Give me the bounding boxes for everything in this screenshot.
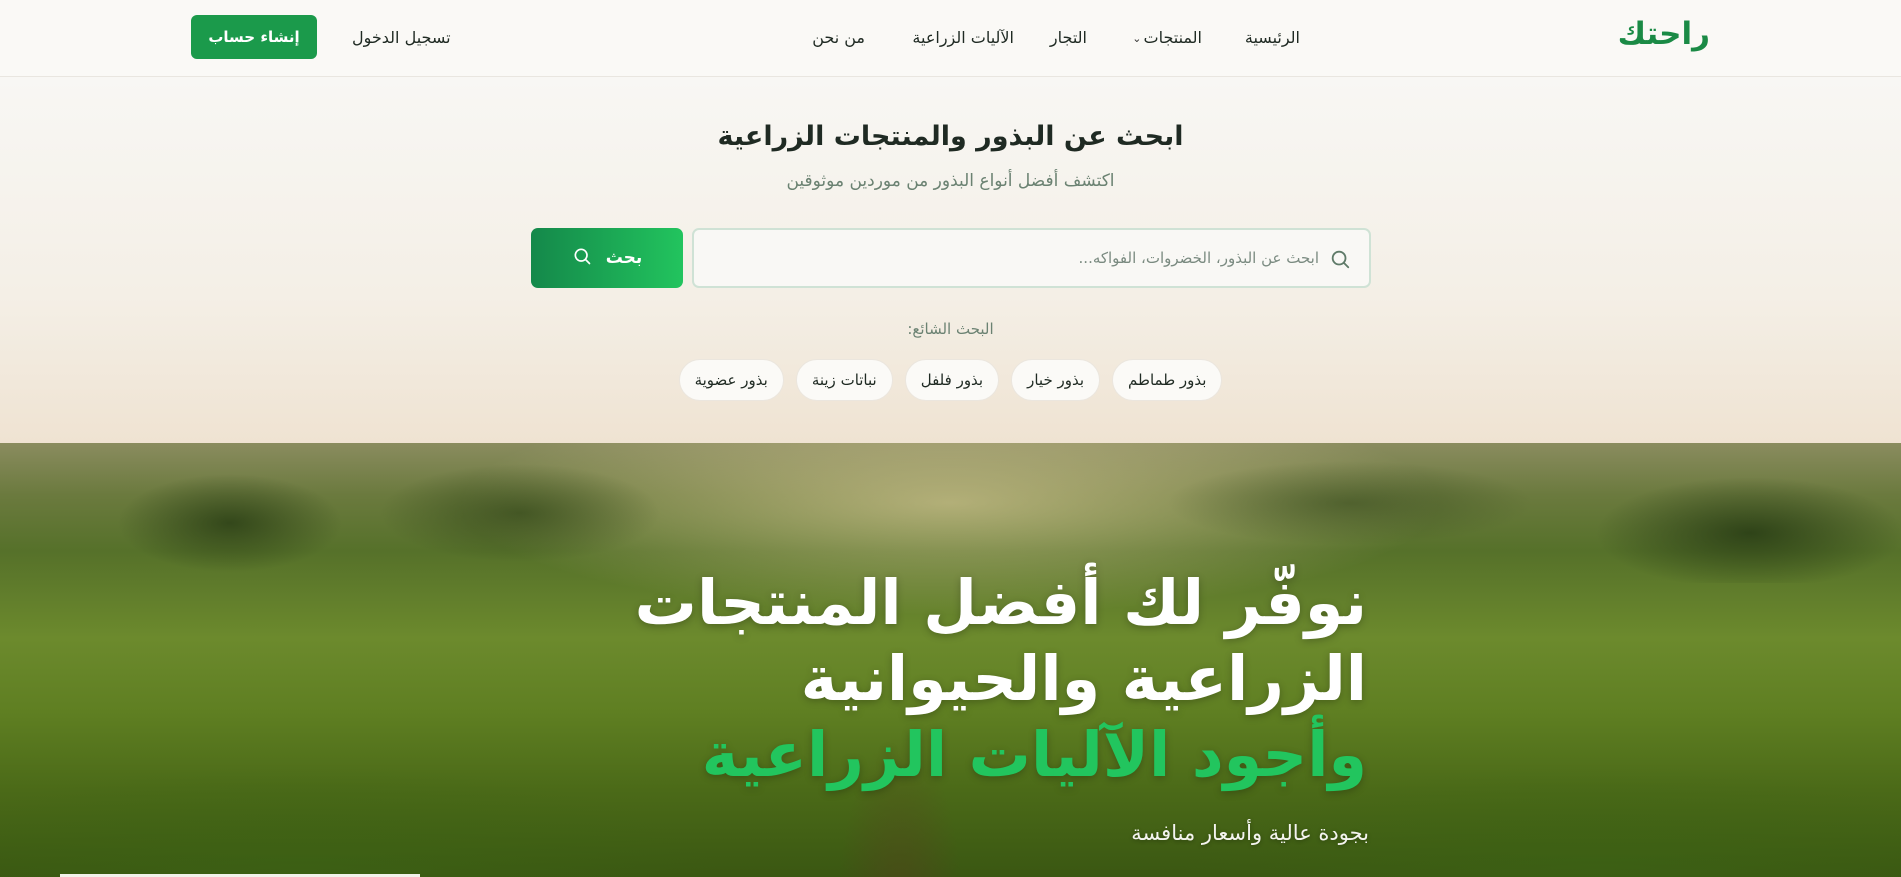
login-link[interactable]: تسجيل الدخول bbox=[352, 28, 451, 47]
popular-chip[interactable]: بذور عضوية bbox=[678, 359, 784, 401]
search-box bbox=[692, 228, 1371, 288]
signup-button[interactable]: إنشاء حساب bbox=[191, 15, 317, 59]
chevron-down-icon: ⌄ bbox=[1132, 32, 1142, 45]
search-button[interactable]: بحث bbox=[531, 228, 683, 288]
popular-searches-label: البحث الشائع: bbox=[907, 320, 994, 338]
popular-chip[interactable]: نباتات زينة bbox=[795, 359, 893, 401]
search-button-label: بحث bbox=[605, 248, 643, 268]
nav-about[interactable]: من نحن bbox=[812, 28, 865, 47]
search-input[interactable] bbox=[719, 230, 1319, 286]
search-section: ابحث عن البذور والمنتجات الزراعية اكتشف … bbox=[0, 77, 1901, 443]
hero-title-line-2: الزراعية والحيوانية bbox=[800, 642, 1367, 715]
hero-title: نوفّر لك أفضل المنتجات الزراعية والحيوان… bbox=[467, 565, 1367, 793]
hero-background-image bbox=[0, 443, 1901, 583]
popular-searches: بذور طماطم بذور خيار بذور فلفل نباتات زي… bbox=[0, 359, 1901, 401]
hero-subtitle: بجودة عالية وأسعار منافسة bbox=[1131, 821, 1369, 845]
nav-machinery[interactable]: الآليات الزراعية bbox=[912, 28, 1014, 47]
nav-products-label: المنتجات bbox=[1143, 28, 1203, 47]
site-header: راحتك الرئيسية المنتجات⌄ التجار الآليات … bbox=[0, 0, 1901, 77]
search-button-icon bbox=[572, 246, 592, 271]
hero-title-line-1: نوفّر لك أفضل المنتجات bbox=[634, 566, 1367, 639]
search-title: ابحث عن البذور والمنتجات الزراعية bbox=[717, 121, 1184, 152]
nav-home[interactable]: الرئيسية bbox=[1245, 28, 1300, 47]
main-nav: الرئيسية المنتجات⌄ التجار الآليات الزراع… bbox=[800, 28, 1300, 50]
popular-chip[interactable]: بذور طماطم bbox=[1112, 359, 1223, 401]
nav-products[interactable]: المنتجات⌄ bbox=[1132, 28, 1202, 47]
nav-traders[interactable]: التجار bbox=[1050, 28, 1087, 47]
site-logo[interactable]: راحتك bbox=[1618, 16, 1710, 52]
popular-chip[interactable]: بذور فلفل bbox=[904, 359, 1000, 401]
search-subtitle: اكتشف أفضل أنواع البذور من موردين موثوقي… bbox=[786, 171, 1115, 191]
hero-title-line-3: وأجود الآليات الزراعية bbox=[701, 718, 1367, 791]
hero-banner: نوفّر لك أفضل المنتجات الزراعية والحيوان… bbox=[0, 443, 1901, 877]
search-icon bbox=[1329, 248, 1351, 270]
popular-chip[interactable]: بذور خيار bbox=[1011, 359, 1101, 401]
